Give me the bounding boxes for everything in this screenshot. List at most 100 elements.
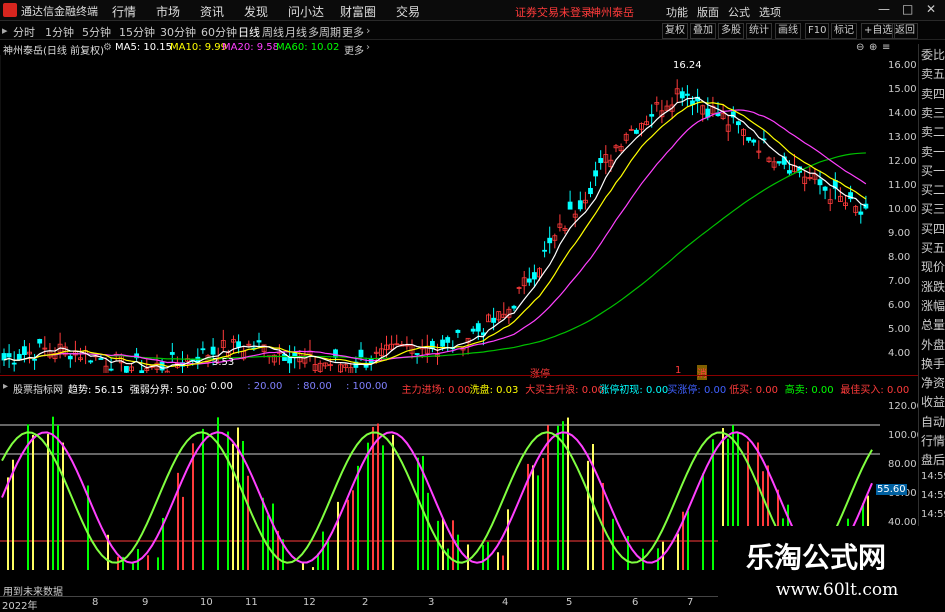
menu-item-discover[interactable]: 发现 [244,3,268,20]
date-axis-label: 12 [303,597,316,608]
candle-body [108,368,114,371]
period-15min[interactable]: 15分钟 [119,24,155,40]
back-button[interactable]: 返回 [892,23,918,39]
indicator-bar [347,499,349,570]
side-panel-item[interactable]: 14:59 [921,490,945,501]
side-panel-item[interactable]: 买五 [921,239,945,256]
login-notice[interactable]: 证券交易未登录 [515,4,592,20]
indicator-bar [702,473,704,570]
side-panel-item[interactable]: 委比 [921,46,945,63]
overlay-button[interactable]: 叠加 [690,23,716,39]
zoom-in-icon[interactable]: ⊕ [869,42,877,53]
side-panel-item[interactable]: 卖五 [921,65,945,82]
price-axis-label: 9.00 [888,228,911,239]
menu-item-trade[interactable]: 交易 [396,3,420,20]
indicator-bar [267,515,269,570]
side-panel-item[interactable]: 买一 [921,162,945,179]
date-axis-label: 10 [200,597,213,608]
indicator-bar [32,434,34,570]
period-monthly[interactable]: 月线 [285,24,307,40]
indicator-bar [217,417,219,570]
candle-body [817,179,823,186]
candle-body [236,341,242,348]
mark-button[interactable]: 标记 [831,23,857,39]
candle-body [751,139,757,143]
side-panel-item[interactable]: 涨幅 [921,297,945,314]
side-panel-item[interactable]: 外盘 [921,336,945,353]
app-name: 通达信金融终端 [21,5,98,18]
side-panel-item[interactable]: 盘后 [921,451,945,468]
indicator-menu-icon[interactable]: ▸ [3,381,8,392]
indicator-axis-label: 80.00 [888,459,917,470]
period-1min[interactable]: 1分钟 [45,24,74,40]
side-panel-item[interactable]: 换手 [921,355,945,372]
side-panel-item[interactable]: 自动 [921,413,945,430]
menu-item-news[interactable]: 资讯 [200,3,224,20]
draw-line-button[interactable]: 画线 [775,23,801,39]
multi-stock-button[interactable]: 多股 [718,23,744,39]
period-60min[interactable]: 60分钟 [201,24,237,40]
list-icon[interactable]: ≡ [882,42,890,53]
side-panel-item[interactable]: 净资 [921,374,945,391]
period-daily[interactable]: 日线 [238,24,260,40]
indicator-bar [12,459,14,570]
period-tick[interactable]: 分时 [13,24,35,40]
stats-button[interactable]: 统计 [746,23,772,39]
candle-body [200,348,206,351]
side-panel-item[interactable]: 14:59 [921,509,945,520]
indicator-value: 大买主升浪: 0.00 [525,385,605,396]
maximize-icon[interactable]: □ [902,2,913,16]
more-arrow-icon[interactable]: › [366,24,370,37]
side-panel-item[interactable]: 行情 [921,432,945,449]
period-5min[interactable]: 5分钟 [82,24,111,40]
date-axis-label: 5 [566,597,573,608]
side-panel-item[interactable]: 现价 [921,258,945,275]
menu-item-ask[interactable]: 问小达 [288,3,324,20]
indicator-bar [372,426,374,570]
date-axis-label: 2 [362,597,369,608]
menu-item-options[interactable]: 选项 [759,4,781,20]
menu-item-function[interactable]: 功能 [666,4,688,20]
candle-body [532,272,537,280]
side-panel-item[interactable]: 卖四 [921,85,945,102]
menu-item-market[interactable]: 市场 [156,3,180,20]
date-axis-label: 8 [92,597,99,608]
side-panel-item[interactable]: 收益 [921,393,945,410]
chevron-right-icon[interactable]: › [366,42,370,53]
close-icon[interactable]: ✕ [926,2,936,16]
menu-item-layout[interactable]: 版面 [697,4,719,20]
adjust-button[interactable]: 复权 [662,23,688,39]
price-axis-label: 8.00 [888,252,911,263]
side-panel-item[interactable]: 卖一 [921,143,945,160]
period-multi[interactable]: 多周期 [308,24,341,40]
side-panel-item[interactable]: 14:59 [921,471,945,482]
collapse-icon[interactable]: ▸ [2,24,8,37]
add-watchlist-button[interactable]: +自选 [861,23,896,39]
indicator-bar [367,442,369,570]
period-weekly[interactable]: 周线 [262,24,284,40]
settings-gear-icon[interactable]: ⚙ [103,42,112,53]
minimize-icon[interactable]: — [878,2,890,16]
side-panel-item[interactable]: 卖二 [921,123,945,140]
side-panel-item[interactable]: 卖三 [921,104,945,121]
indicator-name[interactable]: 股票指标网 [13,381,63,396]
side-panel-item[interactable]: 买四 [921,220,945,237]
event-news: 消 [697,365,707,380]
period-more[interactable]: 更多 [342,24,364,40]
period-30min[interactable]: 30分钟 [160,24,196,40]
candle-body [6,353,12,358]
menu-item-wealth[interactable]: 财富圈 [340,3,376,20]
indicator-bar [7,477,9,570]
f10-button[interactable]: F10 [805,23,830,39]
candle-body [445,337,451,343]
indicator-bar [192,443,194,570]
menu-item-formula[interactable]: 公式 [728,4,750,20]
side-panel-item[interactable]: 涨跌 [921,278,945,295]
zoom-out-icon[interactable]: ⊖ [856,42,864,53]
side-panel-item[interactable]: 买二 [921,181,945,198]
indicator-value: : 20.00 [247,381,283,392]
price-chart[interactable] [0,55,918,373]
side-panel-item[interactable]: 买三 [921,200,945,217]
menu-item-quotes[interactable]: 行情 [112,3,136,20]
side-panel-item[interactable]: 总量 [921,316,945,333]
